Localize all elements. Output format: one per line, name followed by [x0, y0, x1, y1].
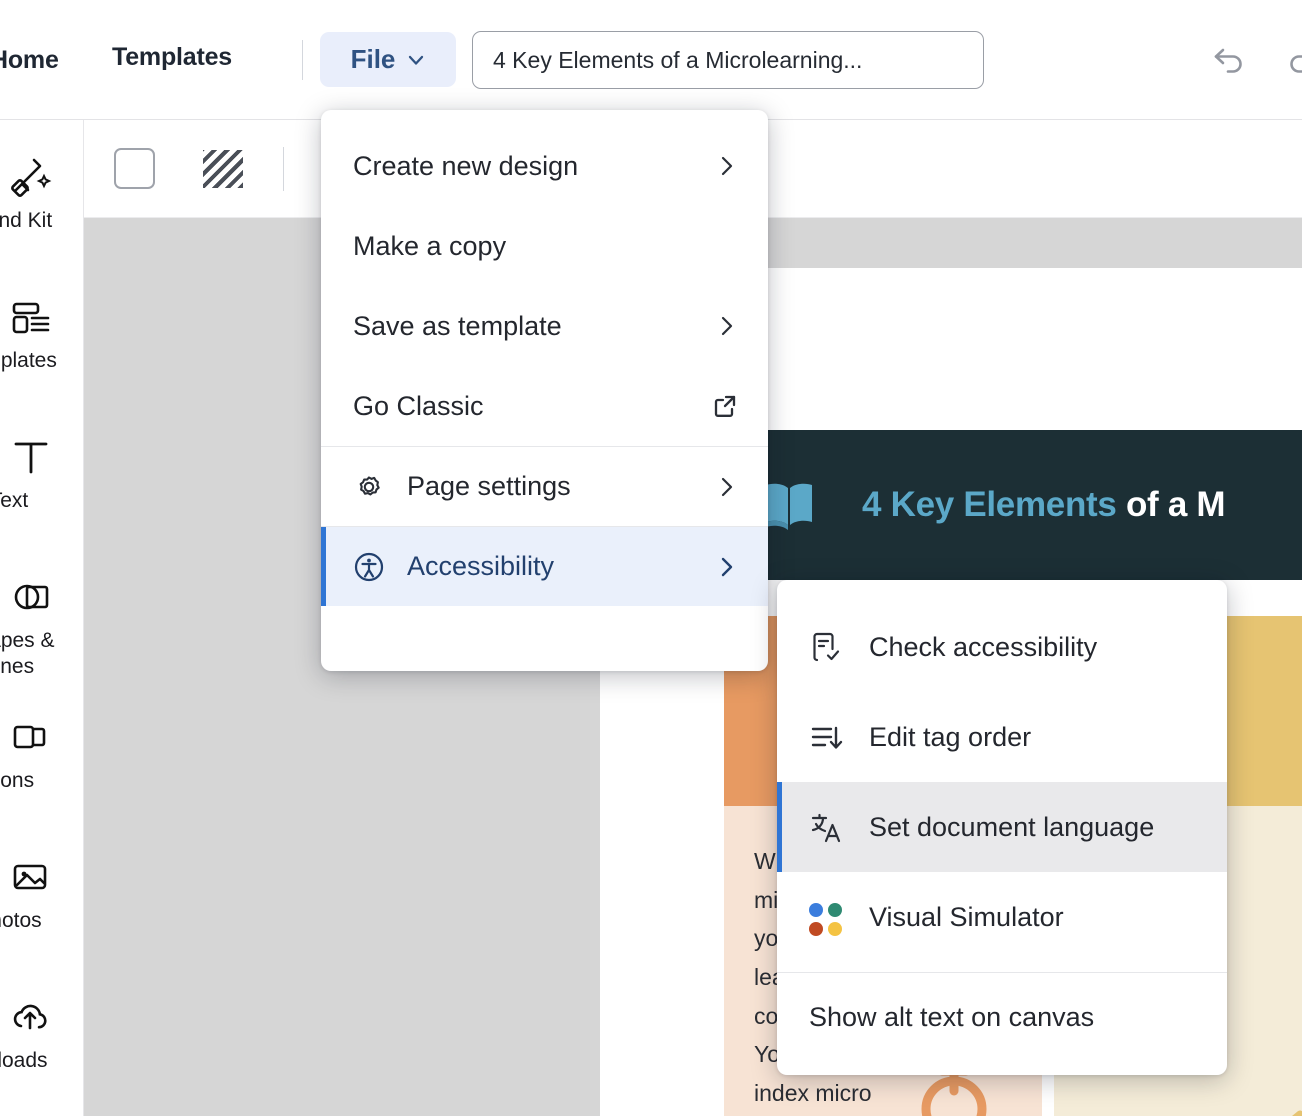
submenu-item-check-accessibility[interactable]: Check accessibility — [777, 602, 1227, 692]
menu-item-accessibility[interactable]: Accessibility — [321, 526, 768, 606]
menu-item-save-as-template[interactable]: Save as template — [321, 286, 768, 366]
chevron-right-icon — [716, 476, 738, 498]
sidebar-label-uploads: Uploads — [0, 1048, 84, 1074]
design-title-input[interactable]: 4 Key Elements of a Microlearning... — [472, 31, 984, 89]
design-banner[interactable]: 4 Key Elements of a M — [724, 430, 1302, 580]
nav-link-templates[interactable]: Templates — [112, 43, 232, 72]
chevron-right-icon — [716, 556, 738, 578]
banner-title-rest: of a M — [1117, 485, 1226, 524]
pattern-swatch[interactable] — [203, 150, 243, 188]
sidebar-item-icons[interactable]: Icons — [0, 696, 84, 836]
external-link-icon — [712, 393, 738, 419]
accessibility-submenu: Check accessibility Edit tag order Set d… — [777, 580, 1227, 1075]
menu-label-save-as-template: Save as template — [353, 311, 562, 342]
banner-title: 4 Key Elements of a M — [862, 485, 1225, 525]
sidebar-label-brand-kit: Brand Kit — [0, 208, 84, 234]
menu-label-make-a-copy: Make a copy — [353, 231, 506, 262]
sidebar-item-text[interactable]: Text — [0, 416, 84, 556]
tag-order-icon — [809, 720, 843, 754]
submenu-label-show-alt-text: Show alt text on canvas — [809, 1002, 1094, 1033]
menu-label-accessibility: Accessibility — [407, 551, 554, 582]
text-t-icon — [10, 436, 52, 478]
app-root: Home Templates File 4 Key Elements of a … — [0, 0, 1302, 1116]
menu-label-create-new-design: Create new design — [353, 151, 578, 182]
nav-divider — [302, 40, 303, 80]
menu-item-make-a-copy[interactable]: Make a copy — [321, 206, 768, 286]
photo-icon — [10, 856, 52, 898]
sidebar-label-icons: Icons — [0, 768, 84, 794]
submenu-item-visual-simulator[interactable]: Visual Simulator — [777, 872, 1227, 962]
pencil-icon — [1266, 1068, 1302, 1116]
chevron-down-icon — [407, 51, 425, 69]
magic-wand-icon — [10, 156, 52, 198]
sidebar-label-text: Text — [0, 488, 84, 514]
chevron-right-icon — [716, 155, 738, 177]
menu-label-go-classic: Go Classic — [353, 391, 484, 422]
sidebar-item-templates[interactable]: Templates — [0, 276, 84, 416]
templates-icon — [10, 296, 52, 338]
file-button-label: File — [351, 44, 396, 75]
banner-title-accent: 4 Key Elements — [862, 485, 1117, 524]
color-dots-icon — [809, 900, 843, 934]
submenu-label-edit-tag-order: Edit tag order — [869, 722, 1031, 753]
top-bar: Home Templates File 4 Key Elements of a … — [0, 0, 1302, 120]
submenu-item-set-document-language[interactable]: Set document language — [777, 782, 1227, 872]
sidebar-label-shapes-lines: Shapes & Lines — [0, 628, 84, 681]
submenu-label-set-document-language: Set document language — [869, 812, 1154, 843]
sidebar-label-templates: Templates — [0, 348, 84, 374]
redo-icon[interactable] — [1286, 44, 1302, 76]
gear-icon — [353, 471, 385, 503]
fill-color-swatch[interactable] — [114, 148, 155, 189]
sidebar-item-photos[interactable]: Photos — [0, 836, 84, 976]
sidebar-item-uploads[interactable]: Uploads — [0, 976, 84, 1116]
left-sidebar: Brand Kit Templates Text — [0, 120, 84, 1116]
nav-link-home[interactable]: Home — [0, 46, 59, 75]
shapes-icon — [10, 576, 52, 618]
submenu-item-show-alt-text[interactable]: Show alt text on canvas — [777, 972, 1227, 1062]
chevron-right-icon — [716, 315, 738, 337]
menu-label-page-settings: Page settings — [407, 471, 571, 502]
sidebar-item-shapes-lines[interactable]: Shapes & Lines — [0, 556, 84, 696]
accessibility-person-icon — [353, 551, 385, 583]
menu-item-page-settings[interactable]: Page settings — [321, 446, 768, 526]
file-dropdown-menu: Create new design Make a copy Save as te… — [321, 110, 768, 671]
document-check-icon — [809, 630, 843, 664]
upload-cloud-icon — [10, 996, 52, 1038]
submenu-label-visual-simulator: Visual Simulator — [869, 902, 1064, 933]
translate-icon — [809, 810, 843, 844]
file-menu-button[interactable]: File — [320, 32, 456, 87]
menu-item-go-classic[interactable]: Go Classic — [321, 366, 768, 446]
submenu-label-check-accessibility: Check accessibility — [869, 632, 1097, 663]
menu-item-create-new-design[interactable]: Create new design — [321, 126, 768, 206]
undo-icon[interactable] — [1212, 44, 1246, 76]
icons-icon — [10, 716, 52, 758]
sidebar-label-photos: Photos — [0, 908, 84, 934]
submenu-item-edit-tag-order[interactable]: Edit tag order — [777, 692, 1227, 782]
toolbar-divider — [283, 147, 284, 191]
sidebar-item-brand-kit[interactable]: Brand Kit — [0, 136, 84, 276]
